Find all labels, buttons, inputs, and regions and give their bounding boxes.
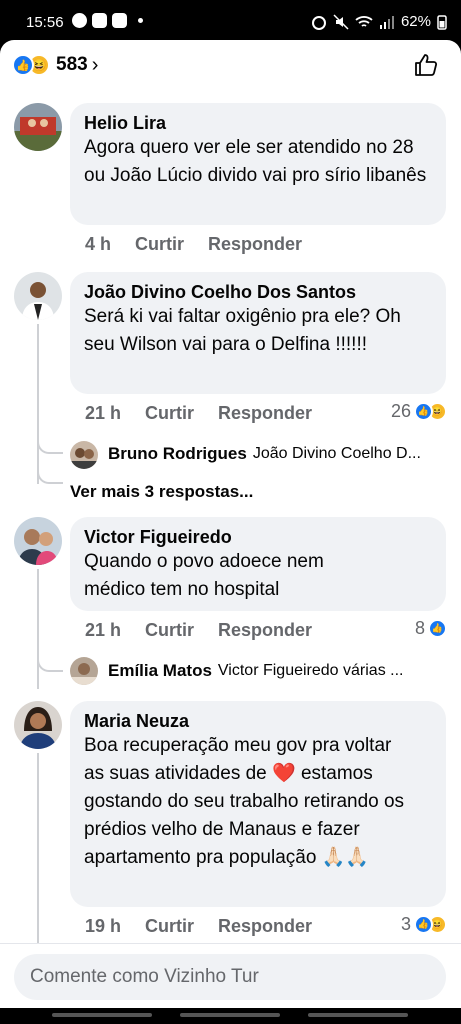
comment-time: 4 h xyxy=(85,234,112,254)
battery-icon xyxy=(437,14,447,30)
reply-connector xyxy=(37,432,63,454)
comment-time: 21 h xyxy=(85,403,122,423)
comment-reactions[interactable]: 3 👍 😆 xyxy=(401,914,447,935)
view-more-replies-button[interactable]: Ver mais 3 respostas... xyxy=(70,482,253,502)
avatar[interactable] xyxy=(70,441,98,469)
comment-composer-bar: Comente como Vizinho Tur xyxy=(0,943,461,1008)
comment-time: 19 h xyxy=(85,916,122,936)
reply-author: Emília Matos xyxy=(108,661,212,680)
reply-connector xyxy=(37,650,63,672)
like-comment-button[interactable]: Curtir xyxy=(145,403,194,424)
comment-bubble: Maria Neuza Boa recuperação meu gov pra … xyxy=(70,701,446,907)
comment-text: Boa recuperação meu gov pra voltar as su… xyxy=(84,735,405,868)
avatar[interactable] xyxy=(14,701,62,749)
reply-comment-button[interactable]: Responder xyxy=(208,234,302,255)
comment-actions: 4 h Curtir Responder xyxy=(85,234,326,255)
like-comment-button[interactable]: Curtir xyxy=(145,916,194,937)
like-post-button[interactable] xyxy=(413,52,439,78)
status-bar: 15:56 62% xyxy=(0,0,461,40)
comment-author[interactable]: Victor Figueiredo xyxy=(84,526,432,548)
comment-author[interactable]: Maria Neuza xyxy=(84,710,432,732)
like-reaction-icon: 👍 xyxy=(12,54,34,76)
comment-author[interactable]: João Divino Coelho Dos Santos xyxy=(84,281,432,303)
comment-bubble: Victor Figueiredo Quando o povo adoece n… xyxy=(70,517,446,611)
avatar[interactable] xyxy=(14,517,62,565)
comment-reactions[interactable]: 8 👍 xyxy=(415,618,447,639)
like-comment-button[interactable]: Curtir xyxy=(145,620,194,641)
signal-icon xyxy=(379,15,394,29)
instagram-icon xyxy=(112,13,127,28)
system-icons: 62% xyxy=(311,13,447,30)
mute-icon xyxy=(333,13,349,30)
status-time: 15:56 xyxy=(26,14,64,31)
comment-text: Quando o povo adoece nem médico tem no h… xyxy=(84,551,324,600)
comment-reaction-count: 3 xyxy=(400,914,411,934)
chevron-right-icon: › xyxy=(91,53,99,76)
comment-text: Será ki vai faltar oxigênio pra ele? Oh … xyxy=(84,306,401,355)
battery-percent: 62% xyxy=(400,13,431,30)
thread-line xyxy=(37,753,39,943)
reply-preview[interactable]: Emília Matos Victor Figueiredo várias ..… xyxy=(108,661,446,681)
avatar[interactable] xyxy=(70,657,98,685)
reply-comment-button[interactable]: Responder xyxy=(218,403,312,424)
reply-comment-button[interactable]: Responder xyxy=(218,916,312,937)
system-nav-bar xyxy=(0,1008,461,1024)
reply-comment-button[interactable]: Responder xyxy=(218,620,312,641)
comment-input[interactable]: Comente como Vizinho Tur xyxy=(14,954,446,1000)
wifi-icon xyxy=(355,15,373,27)
whatsapp-icon xyxy=(72,13,87,28)
like-reaction-icon: 👍 xyxy=(414,915,433,934)
reply-preview[interactable]: Bruno Rodrigues João Divino Coelho D... xyxy=(108,444,446,464)
comments-sheet: 👍 😆 583 › Helio Lira Agora quero ver ele… xyxy=(0,40,461,1008)
comment-reactions[interactable]: 26 👍 😆 xyxy=(391,401,447,422)
comment-bubble: Helio Lira Agora quero ver ele ser atend… xyxy=(70,103,446,225)
comment-actions: 21 h Curtir Responder xyxy=(85,620,336,641)
reply-text: João Divino Coelho D... xyxy=(252,445,421,462)
comment-time: 21 h xyxy=(85,620,122,640)
comment-reaction-count: 26 xyxy=(390,401,411,421)
notification-icons xyxy=(72,13,143,28)
reactions-summary[interactable]: 👍 😆 583 › xyxy=(12,52,98,78)
avatar[interactable] xyxy=(14,272,62,320)
avatar[interactable] xyxy=(14,103,62,151)
alarm-icon xyxy=(311,15,326,30)
thread-line xyxy=(37,324,39,484)
nav-home-handle[interactable] xyxy=(180,1013,280,1017)
like-reaction-icon: 👍 xyxy=(428,619,447,638)
comment-actions: 21 h Curtir Responder xyxy=(85,403,336,424)
comment-text: Agora quero ver ele ser atendido no 28 o… xyxy=(84,137,427,186)
comment-bubble: João Divino Coelho Dos Santos Será ki va… xyxy=(70,272,446,394)
like-comment-button[interactable]: Curtir xyxy=(135,234,184,255)
image-icon xyxy=(92,13,107,28)
like-reaction-icon: 👍 xyxy=(414,402,433,421)
reaction-count: 583 xyxy=(56,54,88,75)
reply-connector xyxy=(37,472,63,484)
comment-actions: 19 h Curtir Responder xyxy=(85,916,336,937)
thread-line xyxy=(37,569,39,689)
reply-author: Bruno Rodrigues xyxy=(108,444,247,463)
nav-recent-handle[interactable] xyxy=(52,1013,152,1017)
comment-author[interactable]: Helio Lira xyxy=(84,112,432,134)
reply-text: Victor Figueiredo várias ... xyxy=(217,662,404,679)
comment-reaction-count: 8 xyxy=(414,618,425,638)
more-notifications-icon xyxy=(138,18,143,23)
nav-back-handle[interactable] xyxy=(308,1013,408,1017)
